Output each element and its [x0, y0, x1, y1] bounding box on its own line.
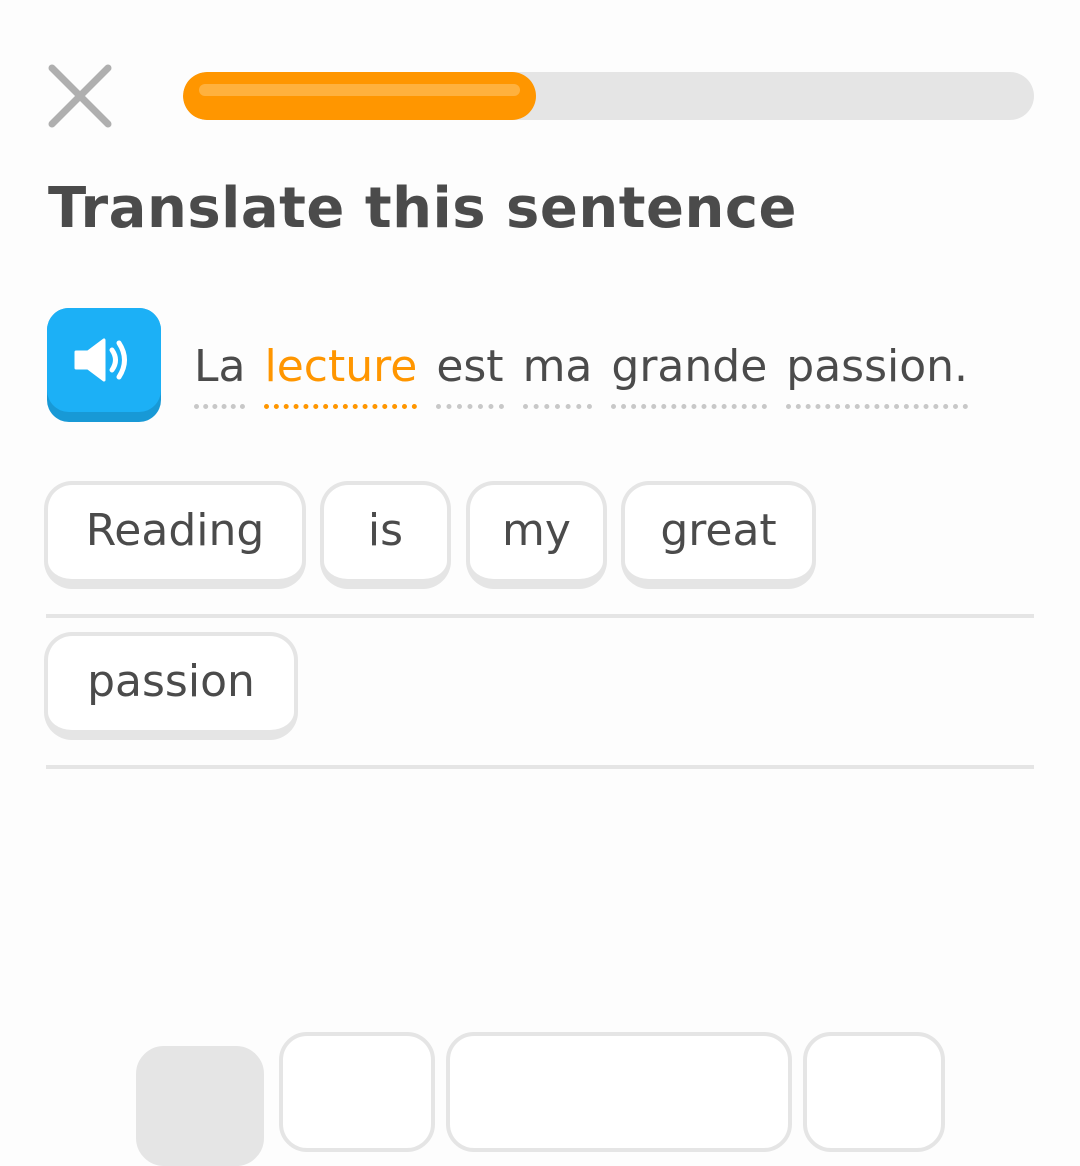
word-bank-tile[interactable]	[803, 1032, 945, 1152]
close-icon	[48, 64, 112, 128]
answer-tile[interactable]: Reading	[44, 481, 306, 589]
sentence-word-highlighted[interactable]: lecture	[264, 340, 418, 409]
answer-tile[interactable]: is	[320, 481, 451, 589]
word-bank-tile[interactable]	[446, 1032, 792, 1152]
sentence-word[interactable]: grande	[611, 340, 768, 409]
sentence-word[interactable]: La	[194, 340, 246, 409]
progress-bar	[183, 72, 1034, 120]
sentence-word[interactable]: passion.	[786, 340, 969, 409]
progress-shine	[199, 84, 521, 96]
sentence-word[interactable]: ma	[522, 340, 593, 409]
page-title: Translate this sentence	[48, 176, 798, 241]
speaker-icon	[74, 338, 127, 382]
play-audio-button[interactable]	[47, 308, 161, 422]
answer-tile[interactable]: great	[621, 481, 816, 589]
answer-tile[interactable]: passion	[44, 632, 298, 740]
sentence-word[interactable]: est	[436, 340, 504, 409]
answer-line	[46, 765, 1034, 769]
close-button[interactable]	[42, 58, 118, 134]
answer-tile[interactable]: my	[466, 481, 607, 589]
source-sentence: La lecture est ma grande passion.	[194, 340, 969, 420]
progress-fill	[183, 72, 537, 120]
answer-line	[46, 614, 1034, 618]
word-bank-tile[interactable]	[279, 1032, 435, 1152]
word-bank-tile-used	[136, 1046, 264, 1166]
